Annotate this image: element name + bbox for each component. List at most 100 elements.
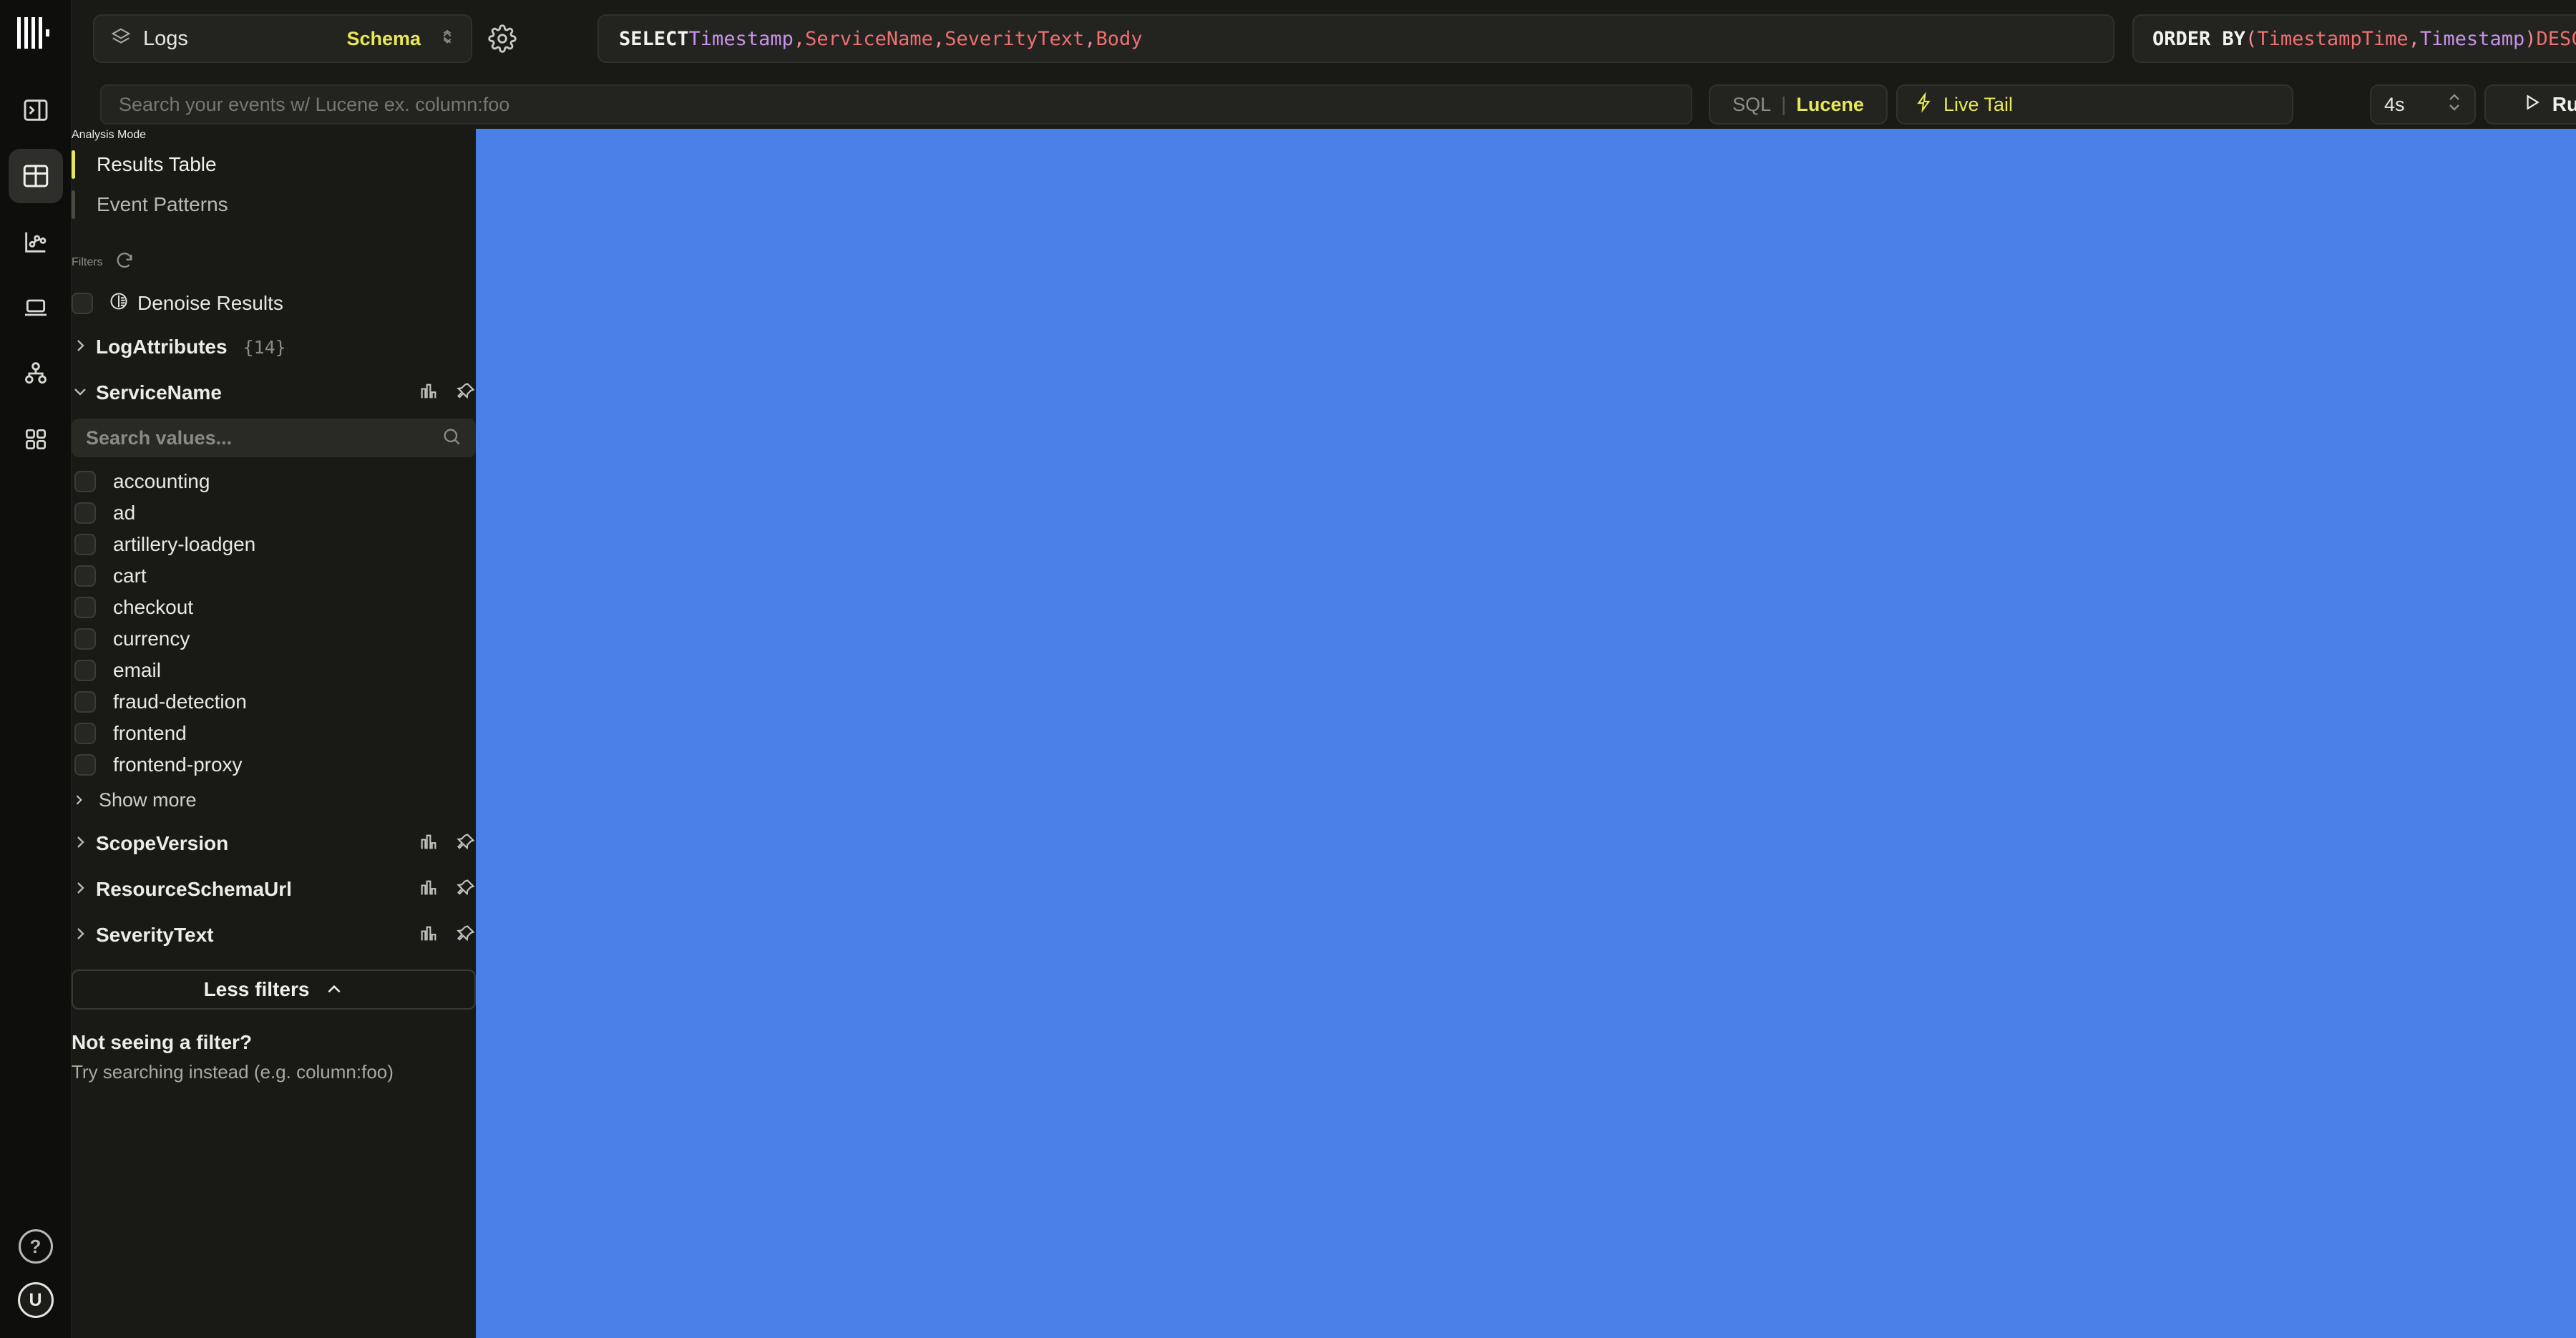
checkbox[interactable] bbox=[74, 597, 96, 618]
checkbox[interactable] bbox=[74, 534, 96, 555]
lightning-icon bbox=[1915, 92, 1933, 118]
sql-token: Body bbox=[1096, 28, 1143, 50]
checkbox[interactable] bbox=[74, 723, 96, 744]
checkbox[interactable] bbox=[74, 660, 96, 681]
bar-chart-icon[interactable] bbox=[419, 381, 439, 405]
topbar: Logs Schema SELECT Timestamp, ServiceNam… bbox=[72, 0, 2576, 129]
less-filters-button[interactable]: Less filters bbox=[72, 970, 476, 1010]
checkbox[interactable] bbox=[74, 628, 96, 650]
checkbox[interactable] bbox=[74, 471, 96, 492]
pin-icon[interactable] bbox=[456, 381, 476, 405]
laptop-icon[interactable] bbox=[9, 280, 63, 335]
layers-icon bbox=[110, 26, 132, 52]
apps-grid-icon[interactable] bbox=[9, 412, 63, 467]
less-filters-label: Less filters bbox=[204, 978, 310, 1001]
analysis-mode-label: Event Patterns bbox=[97, 193, 228, 216]
service-filter-email[interactable]: email bbox=[72, 655, 476, 686]
mode-sql[interactable]: SQL bbox=[1732, 94, 1771, 116]
group-resourceschemaurl[interactable]: ResourceSchemaUrl bbox=[72, 871, 476, 908]
service-filter-cart[interactable]: cart bbox=[72, 560, 476, 592]
chevron-updown-icon bbox=[439, 28, 455, 50]
service-filter-ad[interactable]: ad bbox=[72, 497, 476, 529]
search-results-table-icon[interactable] bbox=[9, 149, 63, 203]
live-tail-label: Live Tail bbox=[1943, 94, 2013, 116]
run-label: Run bbox=[2552, 93, 2576, 116]
interval-value: 4s bbox=[2384, 94, 2405, 116]
active-indicator bbox=[72, 190, 75, 219]
sql-token: ServiceName bbox=[805, 28, 933, 50]
sql-token: , bbox=[2409, 28, 2420, 50]
sql-token: SeverityText bbox=[945, 28, 1084, 50]
gear-icon[interactable] bbox=[488, 24, 517, 57]
service-filter-label: email bbox=[113, 659, 161, 682]
select-query-editor[interactable]: SELECT Timestamp, ServiceName, SeverityT… bbox=[597, 14, 2114, 63]
denoise-results-toggle[interactable]: Denoise Results bbox=[72, 287, 476, 320]
not-seeing-filter-title: Not seeing a filter? bbox=[72, 1031, 476, 1054]
group-severitytext[interactable]: SeverityText bbox=[72, 917, 476, 954]
values-search-placeholder: Search values... bbox=[86, 427, 441, 449]
query-language-toggle[interactable]: SQL | Lucene bbox=[1709, 84, 1888, 124]
denoise-icon bbox=[109, 291, 129, 316]
denoise-label: Denoise Results bbox=[137, 292, 283, 315]
pin-icon[interactable] bbox=[456, 878, 476, 902]
group-service-name[interactable]: ServiceName bbox=[72, 374, 476, 411]
filters-header: Filters bbox=[72, 250, 476, 274]
search-input[interactable]: Search your events w/ Lucene ex. column:… bbox=[100, 84, 1692, 124]
service-filter-frontend-proxy[interactable]: frontend-proxy bbox=[72, 749, 476, 781]
denoise-checkbox[interactable] bbox=[72, 293, 93, 314]
clickhouse-logo[interactable] bbox=[17, 17, 54, 49]
schema-badge[interactable]: Schema bbox=[346, 28, 421, 50]
order-by-editor[interactable]: ORDER BY (TimestampTime, Timestamp) DESC bbox=[2132, 14, 2576, 63]
service-filter-label: cart bbox=[113, 565, 147, 587]
bar-chart-icon[interactable] bbox=[419, 924, 439, 947]
mode-separator: | bbox=[1781, 93, 1786, 116]
mode-lucene[interactable]: Lucene bbox=[1796, 94, 1864, 116]
source-label: Logs bbox=[143, 27, 188, 51]
org-chart-icon[interactable] bbox=[9, 346, 63, 401]
group-log-attributes[interactable]: LogAttributes {14} bbox=[72, 328, 476, 366]
bar-chart-icon[interactable] bbox=[419, 878, 439, 902]
pin-icon[interactable] bbox=[456, 924, 476, 947]
refresh-interval-select[interactable]: 4s bbox=[2370, 84, 2476, 124]
active-indicator bbox=[72, 150, 75, 179]
checkbox[interactable] bbox=[74, 754, 96, 776]
stepper-icon[interactable] bbox=[2447, 92, 2462, 118]
analysis-mode-results-table[interactable]: Results Table bbox=[72, 147, 476, 182]
show-more-button[interactable]: Show more bbox=[72, 783, 476, 816]
service-filter-label: accounting bbox=[113, 470, 210, 493]
filters-title: Filters bbox=[72, 256, 103, 269]
checkbox[interactable] bbox=[74, 565, 96, 587]
live-tail-button[interactable]: Live Tail bbox=[1896, 84, 2293, 124]
service-filter-label: frontend bbox=[113, 722, 187, 745]
chart-scatter-icon[interactable] bbox=[9, 215, 63, 269]
service-filter-currency[interactable]: currency bbox=[72, 623, 476, 655]
bar-chart-icon[interactable] bbox=[419, 832, 439, 856]
analysis-mode-event-patterns[interactable]: Event Patterns bbox=[72, 187, 476, 222]
group-count: {14} bbox=[243, 337, 286, 358]
service-filter-checkout[interactable]: checkout bbox=[72, 592, 476, 623]
user-avatar[interactable]: U bbox=[18, 1282, 54, 1318]
checkbox[interactable] bbox=[74, 502, 96, 524]
sql-token: Timestamp bbox=[2420, 28, 2524, 50]
pin-icon[interactable] bbox=[456, 832, 476, 856]
play-icon bbox=[2522, 93, 2541, 117]
service-filter-artillery-loadgen[interactable]: artillery-loadgen bbox=[72, 529, 476, 560]
sql-token: ORDER BY bbox=[2152, 28, 2245, 50]
sql-token: Timestamp bbox=[689, 28, 794, 50]
service-filter-accounting[interactable]: accounting bbox=[72, 466, 476, 497]
service-filter-fraud-detection[interactable]: fraud-detection bbox=[72, 686, 476, 718]
terminal-panel-icon[interactable] bbox=[9, 83, 63, 137]
run-button[interactable]: Run bbox=[2484, 84, 2576, 124]
search-icon bbox=[441, 426, 462, 450]
service-filter-label: frontend-proxy bbox=[113, 753, 243, 776]
checkbox[interactable] bbox=[74, 691, 96, 713]
values-search-input[interactable]: Search values... bbox=[72, 419, 476, 457]
refresh-icon[interactable] bbox=[114, 250, 135, 274]
help-icon[interactable]: ? bbox=[19, 1229, 53, 1264]
sql-token: , bbox=[1084, 28, 1096, 50]
chevron-right-icon bbox=[72, 337, 96, 358]
group-label: SeverityText bbox=[96, 924, 213, 947]
service-filter-frontend[interactable]: frontend bbox=[72, 718, 476, 749]
group-scopeversion[interactable]: ScopeVersion bbox=[72, 825, 476, 862]
source-selector[interactable]: Logs Schema bbox=[93, 14, 472, 63]
